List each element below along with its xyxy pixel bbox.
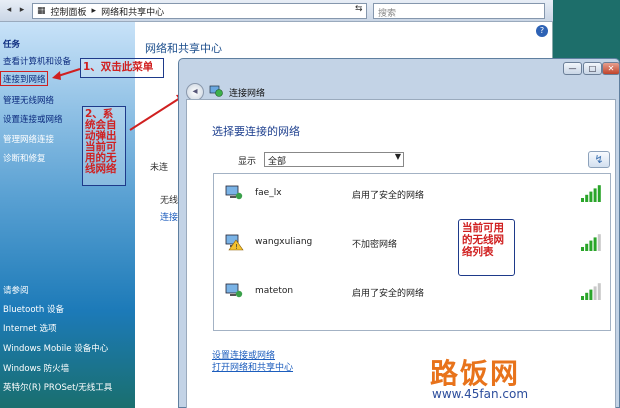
network-row[interactable]: mateton 启用了安全的网络: [214, 272, 610, 312]
signal-bar: [589, 289, 593, 300]
refresh-icon: ↯: [594, 153, 604, 166]
watermark-url: www.45fan.com: [432, 387, 529, 401]
arrow-to-menu-icon: [52, 68, 81, 80]
signal-bar: [581, 198, 584, 202]
signal-bar: [589, 240, 593, 251]
network-list: fae_lx 启用了安全的网络 ! wangxuliang 不加密网络 mate…: [213, 173, 611, 331]
signal-strength-icon: [581, 283, 601, 300]
secured-network-icon: [225, 185, 243, 200]
network-status: 启用了安全的网络: [352, 289, 425, 299]
signal-bar: [597, 185, 601, 202]
signal-bar: [589, 191, 593, 202]
secured-network-icon: [225, 283, 243, 298]
network-status: 启用了安全的网络: [352, 191, 425, 201]
network-name: wangxuliang: [255, 237, 313, 247]
show-filter-value: 全部: [268, 157, 287, 167]
show-label: 显示: [238, 157, 257, 167]
chevron-down-icon: ▼: [394, 152, 401, 161]
network-name: mateton: [255, 286, 294, 296]
watermark-logo: 路饭网: [430, 357, 521, 390]
unsecured-network-icon: !: [225, 234, 244, 251]
signal-bar: [585, 194, 589, 202]
network-name: fae_lx: [255, 188, 282, 198]
annotation-network-list: 当前可用的无线网络列表: [458, 219, 515, 276]
signal-strength-icon: [581, 185, 601, 202]
signal-bar: [597, 234, 601, 251]
network-status: 不加密网络: [352, 240, 398, 250]
signal-bar: [593, 237, 597, 251]
signal-strength-icon: [581, 234, 601, 251]
signal-bar: [597, 283, 601, 300]
dialog-heading: 选择要连接的网络: [212, 125, 300, 138]
signal-bar: [593, 188, 597, 202]
network-row[interactable]: fae_lx 启用了安全的网络: [214, 174, 610, 214]
signal-bar: [585, 292, 589, 300]
signal-bar: [585, 243, 589, 251]
network-row[interactable]: ! wangxuliang 不加密网络: [214, 223, 610, 263]
signal-bar: [581, 296, 584, 300]
refresh-button[interactable]: ↯: [588, 151, 610, 168]
dialog-body: 选择要连接的网络 显示 全部 ▼ ↯ fae_lx 启用了安全的网络 ! wan…: [178, 58, 620, 408]
show-filter-select[interactable]: 全部 ▼: [264, 152, 404, 167]
signal-bar: [593, 286, 597, 300]
signal-bar: [581, 247, 584, 251]
open-network-center-link[interactable]: 打开网络和共享中心: [212, 360, 293, 373]
svg-text:!: !: [235, 243, 238, 251]
